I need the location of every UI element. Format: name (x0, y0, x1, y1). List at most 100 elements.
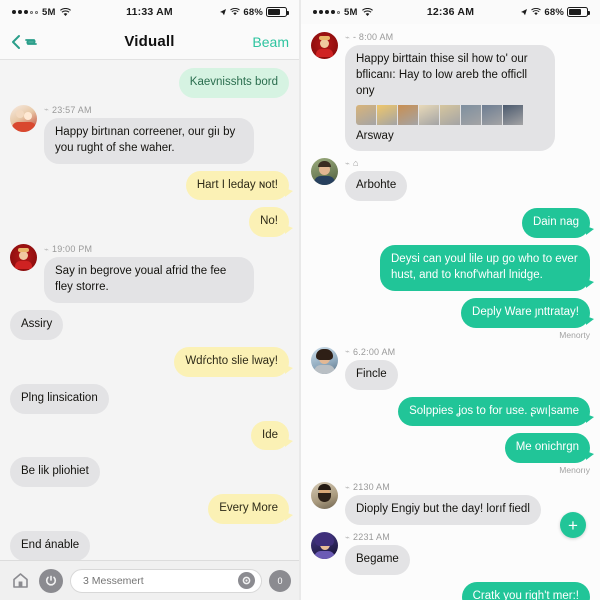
message-bubble[interactable]: End ánable (10, 531, 91, 560)
message-bubble[interactable]: Solppies ʝos to for use. ʂwı|same (398, 396, 594, 427)
message-bubble[interactable]: Cratk you righ't mer:! (461, 582, 595, 600)
message-bubble[interactable]: Dioply Engiy but the day! lorıf fiedl (345, 495, 541, 526)
photo-thumbnail[interactable] (482, 104, 502, 125)
message-bubble[interactable]: Ide (251, 420, 293, 451)
message-bubble[interactable]: Hart I leday ɴot! (185, 170, 294, 201)
avatar[interactable] (311, 32, 338, 59)
page-title: Viduall (124, 33, 175, 50)
message-stack: Wdŕchto slie lway! (174, 346, 293, 377)
message-bubble[interactable]: Begame (345, 545, 410, 576)
message-input-wrap[interactable] (70, 568, 262, 593)
message-row: ⌁ 2130 AM Dioply Engiy but the day! lorıf … (311, 482, 590, 526)
avatar[interactable] (311, 346, 338, 374)
timestamp-marker-icon: ⌁ (345, 347, 351, 357)
timestamp-marker-icon: ⌁ (345, 32, 351, 42)
photo-strip[interactable] (356, 104, 544, 125)
status-right-group: 68% (196, 7, 289, 18)
avatar[interactable] (10, 244, 37, 272)
timestamp-label: 6.2:00 AM (353, 346, 396, 357)
wifi-icon (59, 7, 71, 17)
message-bubble[interactable]: Assiry (10, 310, 64, 340)
message-bubble[interactable]: Fincle (345, 359, 398, 390)
message-text: Me onichrgn (515, 441, 579, 454)
message-bubble[interactable]: Every More (208, 494, 293, 525)
location-arrow-icon-right (520, 8, 528, 16)
message-stack: ⌁ 23:57 AM Happy birtınan correener, our g… (44, 105, 254, 164)
message-bubble[interactable]: Deysi can youl lile up go who to ever hu… (380, 245, 594, 291)
timestamp-label: 19:00 PM (52, 244, 93, 255)
message-row: Wdŕchto slie lway! (10, 346, 293, 377)
back-button[interactable] (10, 34, 70, 50)
wifi-icon-right-2 (531, 8, 542, 16)
delivery-status: Menorty (559, 329, 590, 340)
message-row: Me onichrgn Menorıy (311, 433, 595, 476)
message-thread-left[interactable]: Kaevnisshts bord ⌁ 23:57 AM Happy birtınan … (0, 60, 299, 560)
delivery-status: Menorıy (559, 465, 590, 476)
message-text: Begame (356, 553, 399, 566)
photo-thumbnail[interactable] (503, 104, 523, 125)
message-stack: ⌁ 2130 AM Dioply Engiy but the day! lorıf … (345, 482, 541, 526)
refresh-icon (25, 38, 37, 45)
message-text: No! (260, 215, 278, 228)
message-bubble[interactable]: Dain nag (521, 208, 595, 239)
message-bubble[interactable]: Wdŕchto slie lway! (174, 346, 293, 377)
message-row: ⌁ 19:00 PM Say in begrove youal afrid the … (10, 244, 289, 304)
message-thread-right[interactable]: ⌁ - 8:00 AM Happy birttain thise sil how t… (301, 24, 600, 600)
message-text: Happy birttain thise sil how to' our bfl… (356, 53, 528, 97)
message-text: End ánable (21, 539, 80, 552)
beam-button[interactable]: Beam (229, 34, 289, 50)
timestamp-marker-icon: ⌁ (345, 482, 351, 492)
clock-label-right: 12:36 AM (426, 6, 475, 18)
message-bubble[interactable]: Plng linsication (10, 383, 109, 414)
photo-thumbnail[interactable] (440, 104, 460, 125)
battery-icon (266, 7, 289, 17)
message-bubble[interactable]: Deply Ware ȷnttratay! (461, 297, 594, 328)
message-stack: Plng linsication (10, 383, 109, 414)
avatar[interactable] (311, 482, 338, 510)
photo-thumbnail[interactable] (377, 104, 397, 125)
message-stack: Every More (208, 494, 293, 525)
timestamp-marker-icon: ⌁ (345, 158, 351, 168)
message-bubble[interactable]: Me onichrgn (504, 433, 595, 464)
unread-count-badge[interactable]: 0 (269, 569, 291, 592)
message-text: Dioply Engiy but the day! lorıf fiedl (356, 503, 530, 516)
message-row: ⌁ 6.2:00 AM Fincle (311, 346, 590, 390)
message-stack: ⌁ 19:00 PM Say in begrove youal afrid the … (44, 244, 254, 304)
message-row: Assiry (10, 310, 289, 340)
home-icon[interactable] (8, 569, 32, 593)
message-bubble[interactable]: No! (249, 207, 293, 238)
avatar[interactable] (10, 104, 37, 132)
message-bubble[interactable]: Happy birttain thise sil how to' our bfl… (345, 45, 555, 152)
message-row: Kaevnisshts bord (10, 68, 289, 98)
message-row: End ánable (10, 531, 289, 560)
photo-thumbnail[interactable] (419, 104, 439, 125)
photo-thumbnail[interactable] (461, 104, 481, 125)
message-text: Plng linsication (21, 391, 98, 404)
message-stack: Kaevnisshts bord (178, 68, 289, 98)
avatar[interactable] (311, 532, 338, 560)
message-bubble[interactable]: Be lik pliohiet (10, 457, 100, 488)
timestamp-marker-icon: ⌁ (44, 105, 50, 115)
dual-phone-screenshot: 5M 11:33 AM 68% Viduall Beam Kaevnisshts… (0, 0, 600, 600)
message-bubble[interactable]: Say in begrove youal afrid the fee fley … (44, 257, 254, 304)
avatar[interactable] (311, 158, 338, 186)
camera-icon[interactable] (238, 572, 255, 589)
status-bar-right: 5M 12:36 AM 68% (301, 0, 600, 24)
message-bubble[interactable]: Happy birtınan correener, our giı by you… (44, 117, 254, 164)
message-text: Wdŕchto slie lway! (185, 354, 278, 367)
message-text-secondary: Arsway (356, 129, 394, 142)
refresh-circle-icon[interactable] (39, 568, 63, 593)
carrier-label-right: 5M (344, 6, 358, 18)
add-button[interactable]: + (560, 512, 586, 538)
message-bubble[interactable]: Kaevnisshts bord (178, 68, 289, 98)
message-input[interactable] (83, 574, 232, 587)
photo-thumbnail[interactable] (398, 104, 418, 125)
message-bubble[interactable]: Arbohte (345, 171, 408, 202)
photo-thumbnail[interactable] (356, 104, 376, 125)
message-text: Assiry (21, 318, 53, 331)
message-row: Deysi can youl lile up go who to ever hu… (311, 245, 594, 291)
message-row: Cratk you righ't mer:!Menowry (311, 582, 595, 600)
carrier-label: 5M (42, 6, 56, 18)
message-stack: Hart I leday ɴot! (185, 170, 294, 201)
nav-bar-left: Viduall Beam (0, 24, 299, 60)
